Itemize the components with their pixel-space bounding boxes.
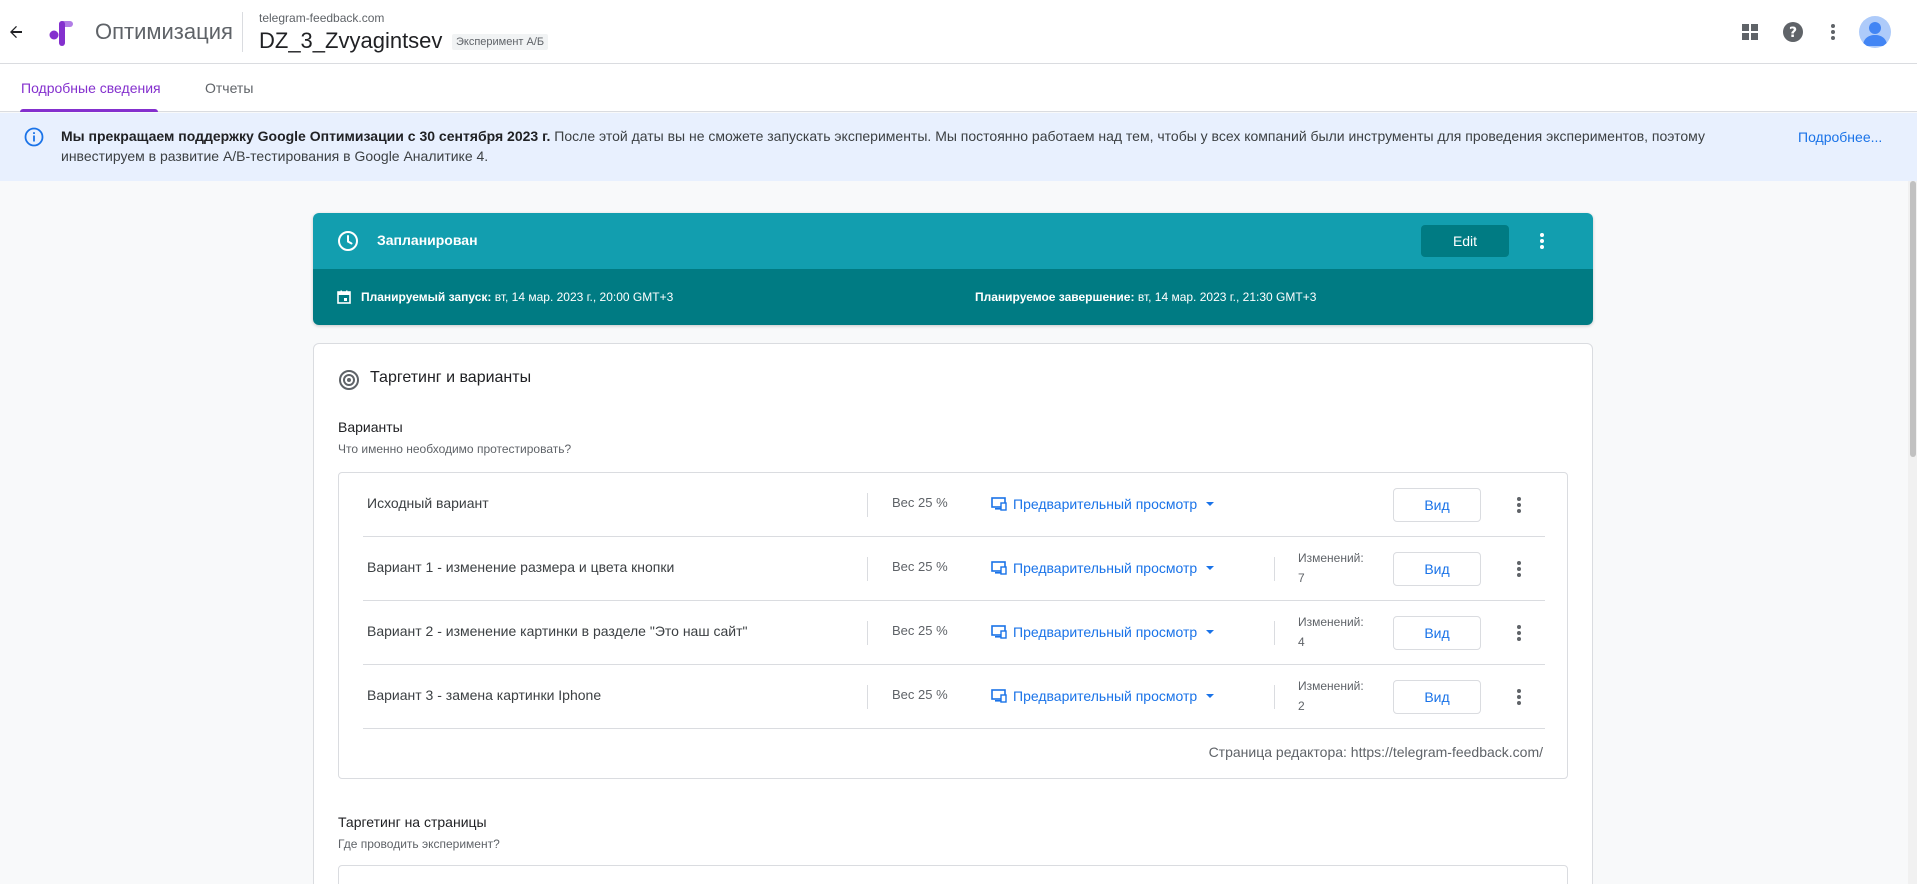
row-separator: [363, 728, 1545, 729]
chevron-down-icon: [1206, 694, 1215, 698]
row-divider: [867, 493, 868, 517]
status-more-vert-icon[interactable]: [1530, 229, 1554, 253]
calendar-icon: [337, 290, 351, 304]
page-targeting-title: Таргетинг на страницы: [338, 814, 487, 830]
banner-bold-text: Мы прекращаем поддержку Google Оптимизац…: [61, 128, 551, 144]
variant-weight: Вес 25 %: [892, 495, 948, 510]
top-bar: Оптимизация telegram-feedback.com DZ_3_Z…: [0, 0, 1917, 64]
section-title: Таргетинг и варианты: [370, 369, 532, 386]
scheduled-start: Планируемый запуск: вт, 14 мар. 2023 г.,…: [361, 290, 673, 304]
status-header: Запланирован Edit: [313, 213, 1593, 269]
preview-dropdown[interactable]: Предварительный просмотр: [991, 492, 1219, 516]
editor-page-url: Страница редактора: https://telegram-fee…: [1208, 744, 1543, 760]
tab-details[interactable]: Подробные сведения: [21, 80, 161, 96]
help-icon[interactable]: ?: [1779, 18, 1807, 46]
changes-label: Изменений:: [1298, 551, 1364, 565]
row-divider: [1274, 557, 1275, 581]
apps-grid-icon[interactable]: [1736, 18, 1764, 46]
status-label: Запланирован: [377, 232, 478, 248]
schedule-bar: Планируемый запуск: вт, 14 мар. 2023 г.,…: [313, 269, 1593, 325]
page-targeting-description: Где проводить эксперимент?: [338, 837, 500, 851]
experiment-name: DZ_3_Zvyagintsev: [259, 28, 443, 53]
target-icon: [338, 369, 360, 391]
scrollbar-thumb[interactable]: [1910, 181, 1916, 457]
chevron-down-icon: [1206, 502, 1215, 506]
deprecation-banner: Мы прекращаем поддержку Google Оптимизац…: [0, 113, 1917, 181]
status-card: Запланирован Edit Планируемый запуск: вт…: [313, 213, 1593, 325]
edit-button[interactable]: Edit: [1421, 225, 1509, 257]
row-divider: [1274, 685, 1275, 709]
preview-dropdown[interactable]: Предварительный просмотр: [991, 620, 1219, 644]
variant-weight: Вес 25 %: [892, 687, 948, 702]
more-vert-icon[interactable]: [1819, 18, 1847, 46]
chevron-down-icon: [1206, 566, 1215, 570]
variant-name: Вариант 2 - изменение картинки в разделе…: [367, 623, 748, 639]
back-arrow-icon[interactable]: [4, 20, 28, 44]
app-name: Оптимизация: [95, 19, 233, 44]
variant-more-vert-icon[interactable]: [1507, 557, 1531, 581]
preview-label: Предварительный просмотр: [1013, 560, 1198, 576]
row-divider: [1274, 621, 1275, 645]
variant-name: Вариант 1 - изменение размера и цвета кн…: [367, 559, 675, 575]
header-divider: [242, 12, 243, 52]
active-tab-indicator: [20, 109, 158, 112]
learn-more-link[interactable]: Подробнее...: [1798, 129, 1882, 145]
targeting-card: Таргетинг и варианты Варианты Что именно…: [313, 343, 1593, 884]
variant-more-vert-icon[interactable]: [1507, 493, 1531, 517]
changes-count: 2: [1298, 699, 1305, 713]
tab-reports[interactable]: Отчеты: [205, 80, 253, 96]
scheduled-start-label: Планируемый запуск:: [361, 290, 492, 304]
row-divider: [867, 557, 868, 581]
optimize-logo-icon: [46, 18, 76, 48]
preview-devices-icon: [991, 561, 1007, 575]
variant-more-vert-icon[interactable]: [1507, 685, 1531, 709]
view-button[interactable]: Вид: [1393, 488, 1481, 522]
variant-row: Вариант 2 - изменение картинки в разделе…: [363, 601, 1545, 665]
preview-dropdown[interactable]: Предварительный просмотр: [991, 556, 1219, 580]
row-divider: [867, 621, 868, 645]
avatar[interactable]: [1859, 16, 1891, 48]
experiment-type-badge: Эксперимент A/Б: [452, 34, 549, 50]
view-button[interactable]: Вид: [1393, 552, 1481, 586]
scheduled-end-label: Планируемое завершение:: [975, 290, 1135, 304]
svg-text:?: ?: [1789, 25, 1797, 41]
changes-count: 7: [1298, 571, 1305, 585]
variants-list: Исходный вариант Вес 25 % Предварительны…: [338, 472, 1568, 779]
variants-title: Варианты: [338, 419, 403, 435]
scheduled-end: Планируемое завершение: вт, 14 мар. 2023…: [975, 290, 1316, 304]
variant-weight: Вес 25 %: [892, 559, 948, 574]
row-divider: [867, 685, 868, 709]
changes-label: Изменений:: [1298, 679, 1364, 693]
variant-weight: Вес 25 %: [892, 623, 948, 638]
view-button[interactable]: Вид: [1393, 680, 1481, 714]
clock-icon: [337, 230, 359, 252]
variants-description: Что именно необходимо протестировать?: [338, 442, 572, 456]
variant-row: Вариант 3 - замена картинки Iphone Вес 2…: [363, 665, 1545, 729]
variant-row: Вариант 1 - изменение размера и цвета кн…: [363, 537, 1545, 601]
preview-label: Предварительный просмотр: [1013, 688, 1198, 704]
scheduled-end-value: вт, 14 мар. 2023 г., 21:30 GMT+3: [1137, 290, 1317, 304]
banner-text: Мы прекращаем поддержку Google Оптимизац…: [61, 126, 1761, 166]
variant-more-vert-icon[interactable]: [1507, 621, 1531, 645]
preview-label: Предварительный просмотр: [1013, 624, 1198, 640]
variant-row: Исходный вариант Вес 25 % Предварительны…: [363, 473, 1545, 537]
scheduled-start-value: вт, 14 мар. 2023 г., 20:00 GMT+3: [494, 290, 674, 304]
variant-name: Исходный вариант: [367, 495, 489, 511]
changes-label: Изменений:: [1298, 615, 1364, 629]
preview-devices-icon: [991, 625, 1007, 639]
preview-label: Предварительный просмотр: [1013, 496, 1198, 512]
variant-name: Вариант 3 - замена картинки Iphone: [367, 687, 602, 703]
tab-bar: Подробные сведения Отчеты: [0, 64, 1917, 112]
view-button[interactable]: Вид: [1393, 616, 1481, 650]
chevron-down-icon: [1206, 630, 1215, 634]
changes-count: 4: [1298, 635, 1305, 649]
container-name: telegram-feedback.com: [259, 11, 385, 25]
preview-devices-icon: [991, 689, 1007, 703]
preview-devices-icon: [991, 497, 1007, 511]
page-targeting-box: [338, 865, 1568, 884]
info-icon: [24, 127, 44, 147]
preview-dropdown[interactable]: Предварительный просмотр: [991, 684, 1219, 708]
